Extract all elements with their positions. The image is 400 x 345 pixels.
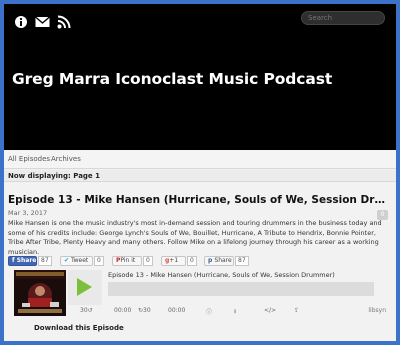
- podcast-title: Greg Marra Iconoclast Music Podcast: [12, 70, 333, 88]
- time-current: 00:00: [114, 307, 132, 314]
- play-area: [68, 270, 102, 305]
- gplus-count: 0: [187, 256, 197, 266]
- skip-back-button[interactable]: 30↺: [80, 307, 93, 314]
- nav-all-episodes[interactable]: All Episodes: [8, 155, 50, 163]
- plain-share-label: Share: [214, 257, 232, 264]
- info-icon[interactable]: [14, 14, 28, 28]
- episode-title[interactable]: Episode 13 - Mike Hansen (Hurricane, Sou…: [8, 194, 388, 206]
- player-controls: 30↺ 00:00 ↻30 00:00 ⓘ ⭳ </> ⇪ libsyn: [68, 307, 390, 316]
- player-episode-title: Episode 13 - Mike Hansen (Hurricane, Sou…: [108, 271, 335, 279]
- pinterest-label: Pin it: [120, 257, 136, 264]
- search-input[interactable]: [301, 11, 385, 25]
- facebook-share-label: Share: [16, 257, 37, 264]
- time-total: 00:00: [168, 307, 186, 314]
- page-frame: Greg Marra Iconoclast Music Podcast All …: [0, 0, 400, 345]
- now-displaying-label: Now displaying: Page 1: [4, 170, 396, 182]
- twitter-icon: ✔: [64, 257, 71, 264]
- tweet-button[interactable]: ✔ Tweet: [60, 256, 93, 266]
- tweet-label: Tweet: [70, 257, 89, 264]
- share-icon-player[interactable]: ⇪: [294, 307, 299, 314]
- pinterest-button[interactable]: PPin it: [112, 256, 142, 266]
- libsyn-logo: libsyn: [368, 307, 386, 314]
- plain-share-count: 87: [235, 256, 249, 266]
- plain-share-button[interactable]: p Share: [204, 256, 234, 266]
- progress-bar[interactable]: [108, 282, 374, 296]
- pinterest-count: 0: [143, 256, 153, 266]
- episode-description: Mike Hansen is one the music industry's …: [8, 219, 382, 257]
- facebook-share-count: 87: [38, 256, 52, 266]
- mail-icon[interactable]: [35, 14, 50, 28]
- embed-icon[interactable]: </>: [264, 307, 276, 314]
- gplus-label: +1: [169, 257, 179, 264]
- page-content: Greg Marra Iconoclast Music Podcast All …: [4, 4, 396, 341]
- play-button[interactable]: [77, 278, 92, 296]
- audio-player: Episode 13 - Mike Hansen (Hurricane, Sou…: [8, 270, 390, 316]
- download-icon[interactable]: ⭳: [234, 307, 236, 317]
- episode-cover-art: [14, 270, 66, 316]
- download-episode-link[interactable]: Download this Episode: [34, 324, 124, 332]
- skip-forward-label: 30: [143, 307, 151, 314]
- gplus-button[interactable]: g+1: [161, 256, 186, 266]
- podcast-header: Greg Marra Iconoclast Music Podcast: [4, 4, 396, 150]
- nav-bar: All Episodes Archives: [4, 150, 396, 169]
- info-circle-icon[interactable]: ⓘ: [206, 307, 212, 316]
- nav-archives[interactable]: Archives: [51, 155, 81, 163]
- episode-date: Mar 3, 2017: [8, 209, 48, 217]
- facebook-share-button[interactable]: f Share: [8, 256, 37, 266]
- tweet-count: 0: [94, 256, 104, 266]
- skip-back-label: 30: [80, 307, 88, 314]
- rewind-icon: ↺: [87, 307, 93, 314]
- skip-forward-button[interactable]: ↻30: [138, 307, 151, 314]
- rss-icon[interactable]: [57, 14, 71, 29]
